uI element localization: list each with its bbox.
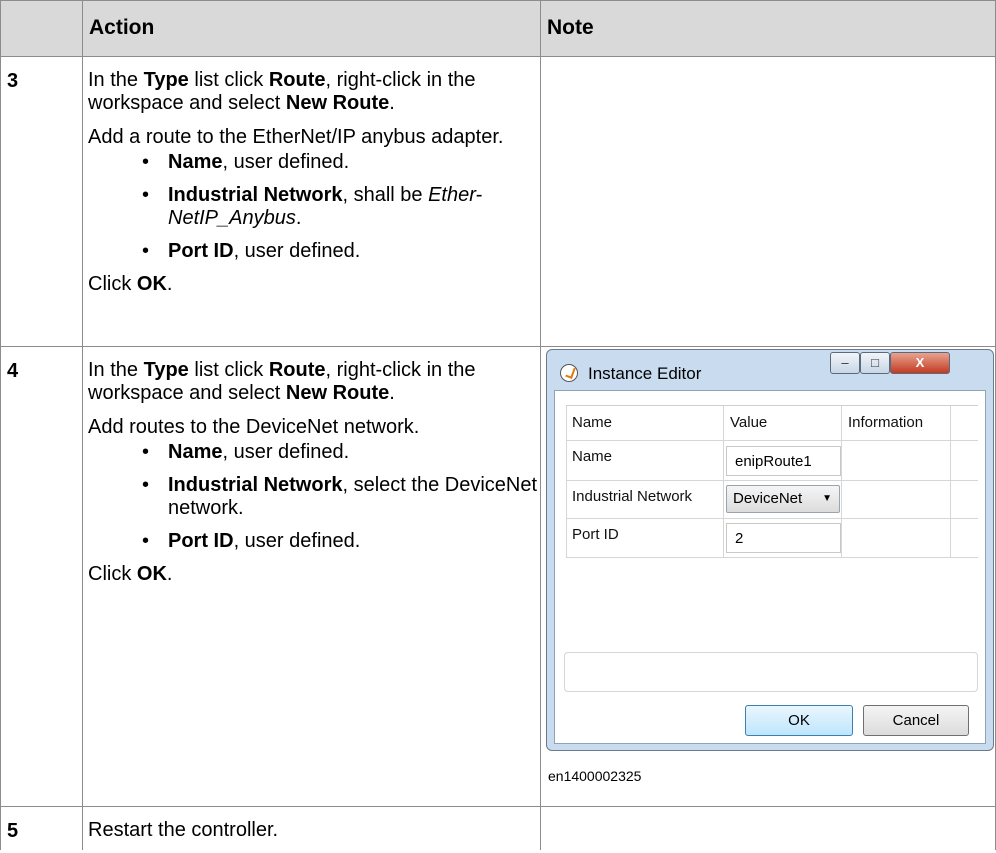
instruction: Restart the controller. bbox=[88, 819, 279, 841]
header-action: Action bbox=[89, 16, 155, 39]
click-ok: Click OK. bbox=[88, 273, 173, 295]
step-number: 4 bbox=[7, 360, 19, 382]
app-icon bbox=[560, 364, 578, 382]
dialog-title: Instance Editor bbox=[588, 364, 702, 383]
step-action: In the Type list click Route, right-clic… bbox=[88, 69, 540, 307]
instruction-detail: Add a route to the EtherNet/IP anybus ad… bbox=[88, 126, 504, 148]
grid-line bbox=[566, 406, 567, 558]
rule bbox=[82, 0, 83, 850]
figure-caption: en1400002325 bbox=[548, 768, 642, 784]
port-id-input[interactable]: 2 bbox=[726, 523, 841, 553]
chevron-down-icon: ▼ bbox=[822, 493, 832, 504]
grid-line bbox=[566, 480, 978, 481]
cancel-button[interactable]: Cancel bbox=[863, 705, 969, 736]
rule bbox=[540, 0, 541, 850]
maximize-button[interactable]: □ bbox=[860, 352, 890, 374]
row-industrial-network-label: Industrial Network bbox=[572, 488, 693, 505]
properties-grid: Name Value Information Name enipRoute1 I… bbox=[566, 405, 978, 558]
minimize-button[interactable]: – bbox=[830, 352, 860, 374]
grid-line bbox=[566, 557, 978, 558]
header-note: Note bbox=[547, 16, 594, 39]
bullet-item: • Industrial Network, select the DeviceNe… bbox=[142, 474, 538, 519]
industrial-network-value: DeviceNet bbox=[733, 490, 803, 507]
rule bbox=[0, 56, 996, 57]
grid-line bbox=[950, 406, 951, 558]
grid-line bbox=[566, 440, 978, 441]
row-name-label: Name bbox=[572, 448, 613, 465]
dialog-body: Name Value Information Name enipRoute1 I… bbox=[554, 390, 986, 744]
bullet-item: • Name, user defined. bbox=[142, 151, 350, 173]
name-input[interactable]: enipRoute1 bbox=[726, 446, 841, 476]
column-header-value: Value bbox=[730, 414, 768, 431]
rule bbox=[0, 0, 1, 850]
instruction: In the Type list click Route, right-clic… bbox=[88, 69, 476, 114]
click-ok: Click OK. bbox=[88, 563, 173, 585]
ok-button[interactable]: OK bbox=[745, 705, 853, 736]
bullet-item: • Port ID, user defined. bbox=[142, 530, 361, 552]
bullet-item: • Port ID, user defined. bbox=[142, 240, 361, 262]
step-number: 5 bbox=[7, 820, 19, 842]
instruction: In the Type list click Route, right-clic… bbox=[88, 359, 476, 404]
column-header-name: Name bbox=[572, 414, 613, 431]
information-box bbox=[564, 652, 978, 692]
rule bbox=[0, 806, 996, 807]
bullet-item: • Industrial Network, shall be Ether-NetI… bbox=[142, 184, 483, 229]
bullet-item: • Name, user defined. bbox=[142, 441, 350, 463]
step-action: In the Type list click Route, right-clic… bbox=[88, 359, 540, 597]
rule bbox=[0, 0, 996, 1]
row-port-id-label: Port ID bbox=[572, 526, 619, 543]
rule bbox=[0, 346, 996, 347]
close-button[interactable]: X bbox=[890, 352, 950, 374]
step-number: 3 bbox=[7, 70, 19, 92]
column-header-information: Information bbox=[848, 414, 924, 431]
instance-editor-dialog: Instance Editor – □ X Name Value Informa… bbox=[546, 349, 994, 751]
grid-line bbox=[566, 518, 978, 519]
grid-line bbox=[841, 406, 842, 558]
instruction-detail: Add routes to the DeviceNet network. bbox=[88, 416, 420, 438]
grid-line bbox=[723, 406, 724, 558]
step-action: Restart the controller. bbox=[88, 819, 540, 853]
industrial-network-select[interactable]: DeviceNet ▼ bbox=[726, 485, 840, 513]
